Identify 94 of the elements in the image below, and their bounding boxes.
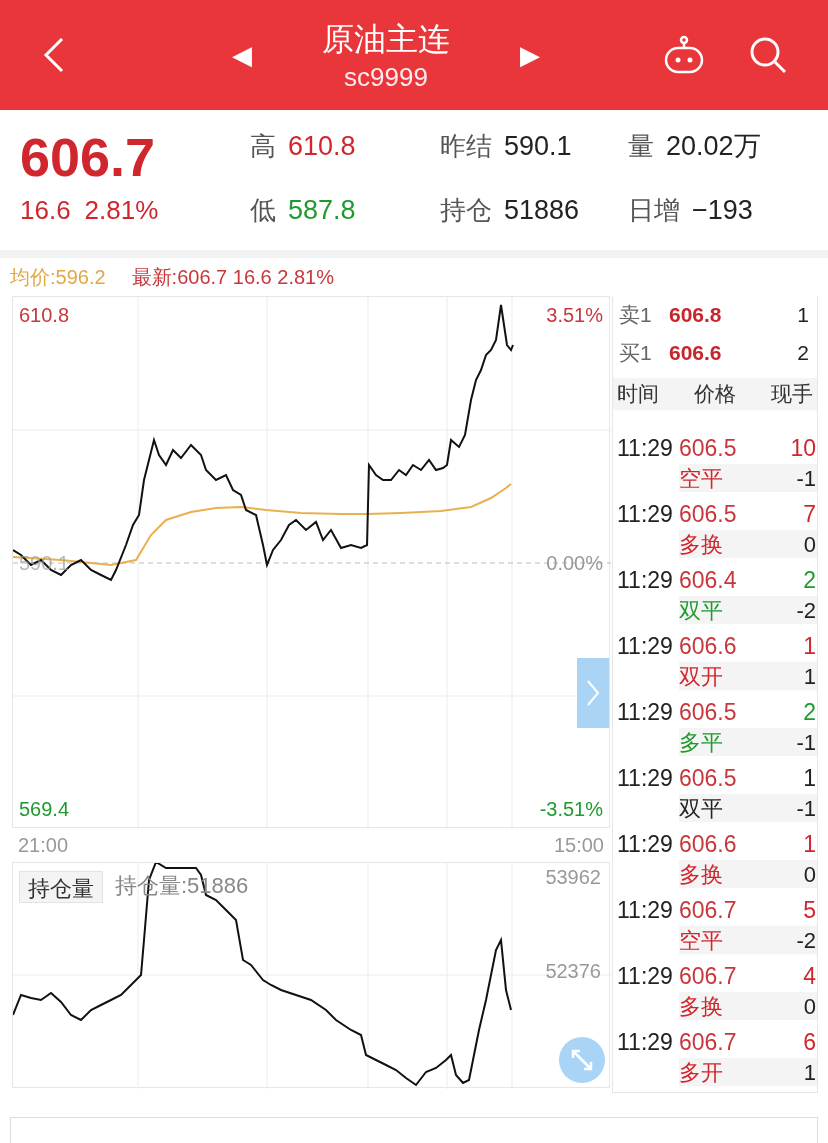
stat-label: 持仓 xyxy=(440,193,492,227)
tick-volume: 1 xyxy=(803,631,817,661)
column-header: 时间 xyxy=(617,381,659,408)
tick-time: 11:29 xyxy=(616,433,674,463)
tick-time: 11:29 xyxy=(616,565,674,595)
stat-value: 51886 xyxy=(504,193,580,227)
tick-time: 11:29 xyxy=(616,631,674,661)
tick-time: 11:29 xyxy=(616,1027,674,1057)
tick-price: 606.6 xyxy=(679,829,738,859)
trade-type: 空平 xyxy=(679,926,724,955)
title: 原油主连 xyxy=(322,20,450,59)
robot-icon[interactable] xyxy=(662,35,706,75)
stat-label: 昨结 xyxy=(440,129,492,163)
tick-volume: 7 xyxy=(803,499,817,529)
open-interest-change: -1 xyxy=(796,728,817,757)
tick-price: 606.4 xyxy=(679,565,738,595)
stat-label: 低 xyxy=(250,193,276,227)
search-icon[interactable] xyxy=(748,35,788,75)
order-level: 卖1 xyxy=(619,302,653,329)
indicator-tab[interactable]: 持仓量 xyxy=(19,871,103,903)
open-interest-change: -1 xyxy=(796,794,817,823)
previous-button[interactable]: ◀ xyxy=(232,42,252,68)
expand-arrows-icon xyxy=(570,1048,594,1072)
tick-price: 606.7 xyxy=(679,961,738,991)
axis-label: 610.8 xyxy=(19,305,70,325)
tick-price: 606.5 xyxy=(679,697,738,727)
column-header: 现手 xyxy=(771,381,813,408)
time-label: 21:00 xyxy=(18,833,69,858)
order-quantity: 1 xyxy=(797,302,810,329)
order-quantity: 2 xyxy=(797,339,810,366)
stat-label: 日增 xyxy=(628,193,680,227)
stat-value: −193 xyxy=(692,193,753,227)
tick-volume: 5 xyxy=(803,895,817,925)
tick-price: 606.7 xyxy=(679,895,738,925)
contract-code: sc9999 xyxy=(344,61,428,93)
time-label: 15:00 xyxy=(553,833,604,858)
open-interest-change: 0 xyxy=(803,530,817,559)
open-interest-change: 1 xyxy=(803,662,817,691)
chevron-right-icon xyxy=(586,679,600,707)
tick-time: 11:29 xyxy=(616,829,674,859)
stat-value: 20.02万 xyxy=(666,129,761,163)
average-price-legend: 均价:596.2 xyxy=(10,262,106,292)
tick-time: 11:29 xyxy=(616,895,674,925)
stat-value: 587.8 xyxy=(288,193,356,227)
tick-price: 606.7 xyxy=(679,1027,738,1057)
open-interest-change: -2 xyxy=(796,596,817,625)
tick-price: 606.5 xyxy=(679,763,738,793)
latest-price-legend: 最新:606.7 16.6 2.81% xyxy=(131,262,334,292)
trade-type: 多换 xyxy=(679,860,724,889)
axis-label: 52376 xyxy=(545,961,601,981)
trade-type: 多换 xyxy=(679,992,724,1021)
price-change: 16.6 xyxy=(20,194,71,227)
axis-label: 0.00% xyxy=(546,553,603,573)
tick-time: 11:29 xyxy=(616,763,674,793)
open-interest-change: -2 xyxy=(796,926,817,955)
tick-volume: 1 xyxy=(803,763,817,793)
trade-type: 多开 xyxy=(679,1058,724,1087)
tick-volume: 10 xyxy=(790,433,817,463)
tick-time: 11:29 xyxy=(616,961,674,991)
stat-label: 量 xyxy=(628,129,654,163)
stat-value: 590.1 xyxy=(504,129,572,163)
trade-type: 双平 xyxy=(679,596,724,625)
trade-type: 多换 xyxy=(679,530,724,559)
tick-price: 606.5 xyxy=(679,499,738,529)
axis-label: 53962 xyxy=(545,867,601,887)
order-price: 606.6 xyxy=(669,339,723,366)
tick-time: 11:29 xyxy=(616,697,674,727)
axis-label: 3.51% xyxy=(546,305,603,325)
tick-volume: 6 xyxy=(803,1027,817,1057)
tick-volume: 4 xyxy=(803,961,817,991)
open-interest-change: 1 xyxy=(803,1058,817,1087)
tick-price: 606.5 xyxy=(679,433,738,463)
stat-label: 高 xyxy=(250,129,276,163)
percent-change: 2.81% xyxy=(84,194,159,227)
trade-type: 空平 xyxy=(679,464,724,493)
trade-type: 双开 xyxy=(679,662,724,691)
tick-volume: 2 xyxy=(803,565,817,595)
order-price: 606.8 xyxy=(669,302,723,329)
stat-value: 610.8 xyxy=(288,129,356,163)
open-interest-change: 0 xyxy=(803,992,817,1021)
trade-type: 双平 xyxy=(679,794,724,823)
last-price: 606.7 xyxy=(20,126,157,189)
open-interest-change: 0 xyxy=(803,860,817,889)
tick-time: 11:29 xyxy=(616,499,674,529)
trade-type: 多平 xyxy=(679,728,724,757)
axis-label: 569.4 xyxy=(19,799,70,819)
order-level: 买1 xyxy=(619,339,653,366)
tick-volume: 1 xyxy=(803,829,817,859)
tick-price: 606.6 xyxy=(679,631,738,661)
open-interest-change: -1 xyxy=(796,464,817,493)
axis-label: -3.51% xyxy=(539,799,603,819)
tick-volume: 2 xyxy=(803,697,817,727)
next-button[interactable]: ▶ xyxy=(520,42,540,68)
column-header: 价格 xyxy=(694,381,736,408)
